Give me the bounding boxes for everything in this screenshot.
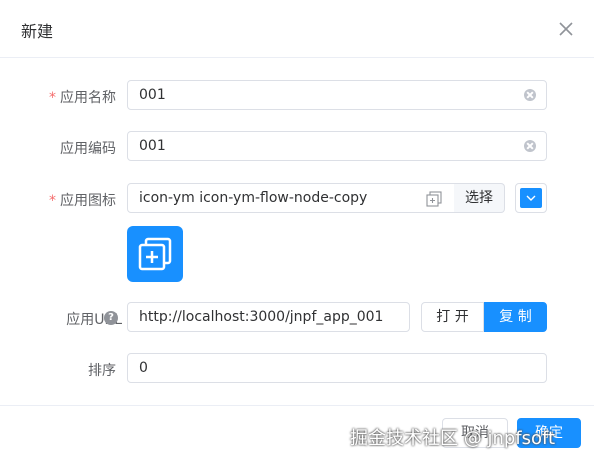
chevron-down-icon xyxy=(526,195,536,201)
app-url-input[interactable]: http://localhost:3000/jnpf_app_001 xyxy=(127,302,410,332)
app-name-input[interactable]: 001 xyxy=(127,80,547,110)
app-icon-label: * 应用图标 xyxy=(49,193,116,209)
flow-node-copy-icon xyxy=(138,237,172,271)
sort-input[interactable]: 0 xyxy=(127,353,547,383)
clear-icon[interactable] xyxy=(524,89,536,101)
app-icon-input[interactable]: icon-ym icon-ym-flow-node-copy xyxy=(127,183,455,213)
color-picker[interactable] xyxy=(515,183,547,213)
sort-value: 0 xyxy=(139,360,148,376)
dialog-title: 新建 xyxy=(21,22,54,41)
close-icon[interactable] xyxy=(556,19,576,39)
copy-node-icon xyxy=(426,191,442,207)
select-icon-button[interactable]: 选择 xyxy=(454,183,505,213)
app-code-value: 001 xyxy=(139,138,166,154)
clear-icon[interactable] xyxy=(524,140,536,152)
app-url-value: http://localhost:3000/jnpf_app_001 xyxy=(139,309,384,325)
watermark: 掘金技术社区 @ jnpfsoft xyxy=(350,428,556,449)
dialog-header: 新建 xyxy=(0,0,594,58)
open-url-button[interactable]: 打 开 xyxy=(421,302,484,332)
form-row-app-code: 应用编码 001 xyxy=(0,131,594,163)
form-row-app-url: 应用URL ? http://localhost:3000/jnpf_app_0… xyxy=(0,302,594,334)
app-icon-value: icon-ym icon-ym-flow-node-copy xyxy=(139,190,368,206)
app-code-input[interactable]: 001 xyxy=(127,131,547,161)
help-icon[interactable]: ? xyxy=(104,311,118,325)
sort-label: 排序 xyxy=(88,363,116,379)
app-name-value: 001 xyxy=(139,87,166,103)
app-name-label: * 应用名称 xyxy=(49,90,116,106)
required-mark: * xyxy=(49,193,56,209)
form-row-app-icon: * 应用图标 icon-ym icon-ym-flow-node-copy 选择 xyxy=(0,183,594,283)
form-row-app-name: * 应用名称 001 xyxy=(0,80,594,112)
new-app-dialog: 新建 * 应用名称 001 应用编码 001 * 应用图标 icon-ym icon… xyxy=(0,0,594,461)
app-icon-preview xyxy=(127,226,183,282)
required-mark: * xyxy=(49,90,56,106)
app-code-label: 应用编码 xyxy=(60,141,116,157)
copy-url-button[interactable]: 复 制 xyxy=(484,302,547,332)
form-row-sort: 排序 0 xyxy=(0,353,594,385)
